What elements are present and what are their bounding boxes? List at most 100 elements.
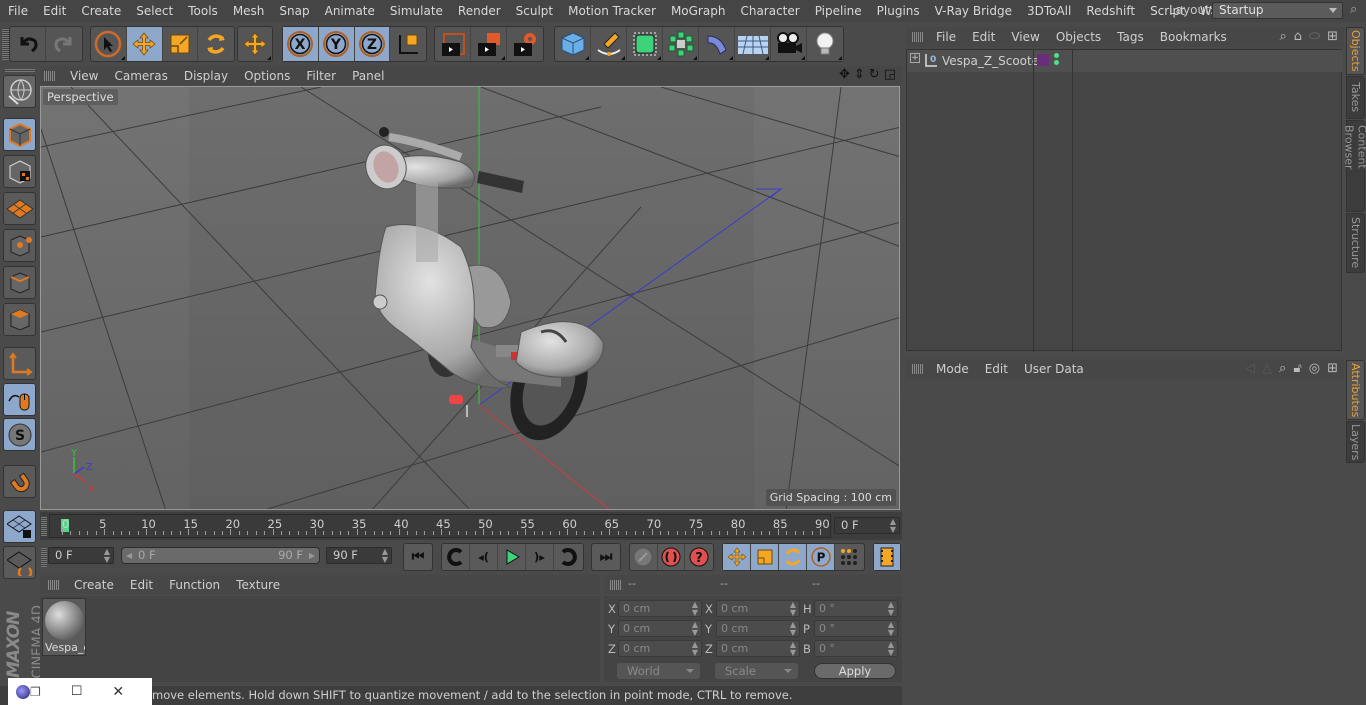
light-button[interactable] <box>807 27 843 61</box>
om-menu-objects[interactable]: Objects <box>1048 30 1109 44</box>
coordinate-system-button[interactable] <box>390 27 426 61</box>
editor-visibility-dot[interactable] <box>1054 53 1059 58</box>
am-menu-user-data[interactable]: User Data <box>1016 362 1092 376</box>
left-toolbar-grip[interactable] <box>5 69 35 72</box>
rotate-tool-button[interactable] <box>198 27 234 61</box>
play-button[interactable] <box>498 544 526 570</box>
maximize-icon[interactable]: ☐ <box>71 684 83 699</box>
floor-button[interactable] <box>735 27 771 61</box>
material-item[interactable]: Vespa_g <box>42 598 86 656</box>
size-z-field[interactable]: 0 cm ▲ ▼ <box>716 640 800 657</box>
spline-pen-button[interactable] <box>591 27 627 61</box>
menu-mograph[interactable]: MoGraph <box>663 4 733 18</box>
object-manager-grip[interactable] <box>912 32 924 42</box>
menu-3dtoall[interactable]: 3DToAll <box>1019 4 1078 18</box>
record-button[interactable] <box>630 544 658 570</box>
menu-snap[interactable]: Snap <box>272 4 317 18</box>
prev-key-button[interactable] <box>442 544 470 570</box>
tab-takes[interactable]: Takes <box>1346 76 1365 119</box>
search-icon[interactable]: ⌕ <box>1350 2 1357 17</box>
next-frame-button[interactable]: )▸ <box>526 544 554 570</box>
column-divider[interactable] <box>1033 50 1034 352</box>
rot-p-field[interactable]: 0 ° ▲ ▼ <box>814 620 898 637</box>
axis-mode-button[interactable] <box>3 347 36 380</box>
end-frame-field[interactable]: 90 F ▲ ▼ <box>326 547 392 564</box>
menu-character[interactable]: Character <box>733 4 807 18</box>
tab-content-browser[interactable]: Content Browser <box>1343 120 1366 212</box>
y-axis-button[interactable]: Y <box>318 27 355 61</box>
object-name[interactable]: Vespa_Z_Scooter <box>942 54 1044 68</box>
lock-icon[interactable]: 🔓︎ <box>1293 361 1301 376</box>
new-panel-icon[interactable]: ⊞ <box>1327 361 1338 376</box>
range-right-arrow-icon[interactable]: ▶ <box>309 548 315 563</box>
range-left-arrow-icon[interactable]: ◀ <box>126 548 132 563</box>
menu-edit[interactable]: Edit <box>36 4 74 18</box>
rot-b-field[interactable]: 0 ° ▲ ▼ <box>814 640 898 657</box>
tweak-mode-button[interactable] <box>3 383 36 416</box>
frame-range-slider[interactable]: ◀ 0 F 90 F ▶ <box>121 547 320 564</box>
om-menu-edit[interactable]: Edit <box>964 30 1003 44</box>
x-axis-button[interactable]: X <box>283 27 319 61</box>
menu-render[interactable]: Render <box>450 4 508 18</box>
menu-plugins[interactable]: Plugins <box>869 4 927 18</box>
render-visibility-dot[interactable] <box>1054 60 1059 65</box>
camera-label[interactable]: Perspective <box>43 89 118 105</box>
viewport-menu-options[interactable]: Options <box>236 69 298 83</box>
menu-animate[interactable]: Animate <box>317 4 382 18</box>
timeline-window-button[interactable] <box>874 544 900 570</box>
om-menu-file[interactable]: File <box>928 30 964 44</box>
size-y-field[interactable]: 0 cm ▲ ▼ <box>716 620 800 637</box>
key-position-button[interactable] <box>723 544 751 570</box>
layer-color-swatch[interactable] <box>1037 54 1049 66</box>
column-divider[interactable] <box>1072 50 1073 352</box>
object-row[interactable]: + 0 Vespa_Z_Scooter <box>907 50 1343 72</box>
toolbar-grip[interactable] <box>2 28 9 60</box>
current-frame-field[interactable]: 0 F ▲ ▼ <box>834 517 900 534</box>
menu-redshift[interactable]: Redshift <box>1079 4 1143 18</box>
timeline-ruler[interactable]: 0 5 10 15 20 25 30 35 40 45 50 55 60 65 70 75 80 85 90 <box>49 514 831 538</box>
back-arrow-icon[interactable]: ◁ <box>1245 361 1255 376</box>
om-menu-tags[interactable]: Tags <box>1109 30 1152 44</box>
restore-icon[interactable]: ❐ <box>30 685 41 699</box>
playback-grip[interactable] <box>41 547 47 567</box>
texture-mode-button[interactable] <box>3 155 36 188</box>
deformer-button[interactable] <box>699 27 735 61</box>
search-icon[interactable]: ⌕ <box>1279 29 1286 44</box>
render-picture-viewer-button[interactable] <box>471 27 507 61</box>
snap-button[interactable] <box>3 465 36 498</box>
om-menu-bookmarks[interactable]: Bookmarks <box>1152 30 1235 44</box>
menu-mesh[interactable]: Mesh <box>225 4 272 18</box>
target-icon[interactable]: ◎ <box>1309 361 1320 376</box>
rot-h-field[interactable]: 0 ° ▲ ▼ <box>814 600 898 617</box>
camera-button[interactable] <box>771 27 807 61</box>
coordinate-mode-dropdown[interactable]: Scale <box>715 663 798 679</box>
go-to-end-button[interactable]: ⏭ <box>592 544 620 570</box>
viewport-menu-cameras[interactable]: Cameras <box>106 69 175 83</box>
new-panel-icon[interactable]: ⊞ <box>1327 29 1338 44</box>
apply-button[interactable]: Apply <box>814 663 896 679</box>
material-menu-texture[interactable]: Texture <box>228 578 288 592</box>
cloner-button[interactable] <box>663 27 699 61</box>
tab-structure[interactable]: Structure <box>1346 213 1365 273</box>
attribute-manager-grip[interactable] <box>912 364 924 374</box>
layout-dropdown[interactable]: Startup <box>1212 2 1343 19</box>
up-arrow-icon[interactable]: △ <box>1262 361 1272 376</box>
viewport-menu-filter[interactable]: Filter <box>298 69 344 83</box>
pos-z-field[interactable]: 0 cm ▲ ▼ <box>618 640 702 657</box>
rotate-view-icon[interactable]: ↻ <box>869 67 880 82</box>
menu-simulate[interactable]: Simulate <box>382 4 450 18</box>
coordinate-space-dropdown[interactable]: World <box>617 663 700 679</box>
pos-x-field[interactable]: 0 cm ▲ ▼ <box>618 600 702 617</box>
menu-motion-tracker[interactable]: Motion Tracker <box>561 4 664 18</box>
viewport-menu-view[interactable]: View <box>62 69 106 83</box>
eye-icon[interactable]: ⬭ <box>1309 29 1320 44</box>
make-editable-button[interactable] <box>3 75 36 108</box>
toggle-layout-icon[interactable]: ◲ <box>884 67 896 82</box>
workplane-mode-button[interactable] <box>3 192 36 225</box>
autokey-button[interactable] <box>658 544 686 570</box>
key-pla-button[interactable] <box>835 544 863 570</box>
key-rotation-button[interactable] <box>779 544 807 570</box>
menu-sculpt[interactable]: Sculpt <box>508 4 560 18</box>
material-menu-function[interactable]: Function <box>161 578 228 592</box>
undo-button[interactable] <box>10 27 46 61</box>
